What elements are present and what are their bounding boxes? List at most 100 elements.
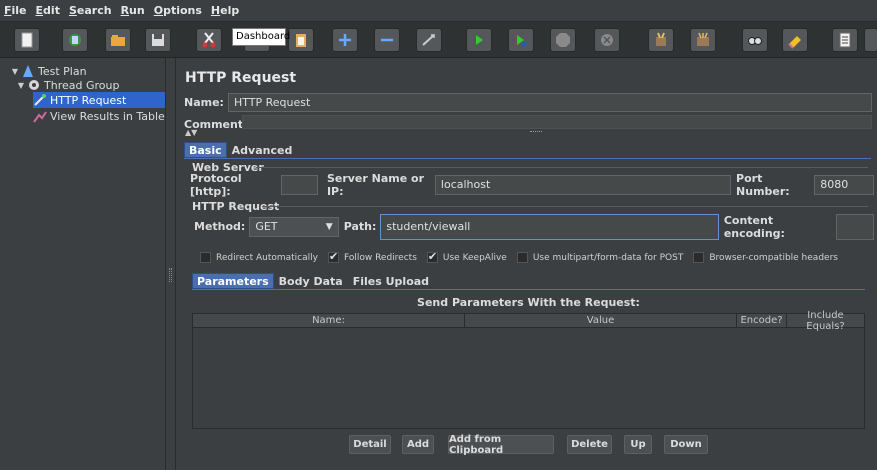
splitter-grip[interactable]: [169, 268, 172, 282]
http-request-row: Method: GET ▼ Path: student/viewall Cont…: [184, 213, 874, 240]
use-keepalive-checkbox[interactable]: Use KeepAlive: [426, 250, 507, 263]
tree-item-label: View Results in Table: [50, 109, 165, 123]
web-server-row: Protocol [http]: Server Name or IP: loca…: [184, 172, 874, 198]
tab-advanced[interactable]: Advanced: [227, 142, 298, 158]
add-button[interactable]: Add: [402, 435, 434, 454]
expand-button[interactable]: [332, 28, 358, 52]
table-caption: Send Parameters With the Request:: [417, 296, 640, 309]
http-request-panel: HTTP Request Name: HTTP Request Comments…: [178, 58, 877, 470]
down-button[interactable]: Down: [664, 435, 708, 454]
protocol-field[interactable]: [281, 174, 318, 195]
clear-all-icon: [697, 32, 709, 46]
search-button[interactable]: [742, 28, 768, 52]
options-row: Redirect Automatically Follow Redirects …: [200, 248, 870, 267]
menu-help[interactable]: Help: [211, 4, 239, 17]
port-label: Port Number:: [736, 171, 790, 198]
page-title: HTTP Request: [185, 70, 297, 86]
checkbox-label: Redirect Automatically: [216, 252, 318, 263]
config-tabs: Basic Advanced: [184, 142, 297, 158]
parameters-table[interactable]: Name: Value Encode? Include Equals?: [192, 310, 865, 429]
tooltip: Dashboard: [232, 28, 290, 46]
parameter-tabs: Parameters Body Data Files Upload: [192, 273, 434, 289]
splitter[interactable]: [166, 58, 176, 470]
tab-basic[interactable]: Basic: [184, 142, 227, 158]
expand-icon: [339, 34, 351, 46]
checkbox-box[interactable]: [426, 250, 438, 263]
shutdown-button[interactable]: [594, 28, 620, 52]
start-no-pause-button[interactable]: [508, 28, 534, 52]
tree-item-http-request[interactable]: HTTP Request: [33, 92, 165, 108]
shutdown-icon: [601, 34, 613, 46]
more-button[interactable]: [864, 28, 877, 52]
pipette-icon: [34, 94, 46, 106]
cut-icon: [202, 32, 216, 48]
save-icon: [152, 34, 164, 46]
tab-body-data[interactable]: Body Data: [274, 273, 348, 289]
menu-file[interactable]: File: [4, 4, 27, 17]
redirect-automatically-checkbox[interactable]: Redirect Automatically: [200, 252, 318, 263]
browser-compatible-checkbox[interactable]: Browser-compatible headers: [693, 252, 838, 263]
function-helper-icon: [839, 32, 851, 48]
follow-redirects-checkbox[interactable]: Follow Redirects: [327, 250, 417, 263]
checkbox-box[interactable]: [200, 252, 211, 263]
menu-run[interactable]: Run: [121, 4, 145, 17]
checkbox-box[interactable]: [693, 252, 705, 263]
name-row: Name: HTTP Request: [184, 93, 872, 112]
up-button[interactable]: Up: [624, 435, 652, 454]
drag-handle[interactable]: [530, 131, 542, 132]
stop-button[interactable]: [550, 28, 576, 52]
clear-all-button[interactable]: [690, 28, 716, 52]
tab-underline: [184, 158, 871, 159]
encoding-field[interactable]: [835, 213, 874, 240]
menu-edit[interactable]: Edit: [36, 4, 60, 17]
add-from-clipboard-button[interactable]: Add from Clipboard: [448, 434, 554, 456]
test-plan-tree: ▼ Test Plan ▼ Thread Group HTTP Request …: [0, 58, 166, 470]
encoding-label: Content encoding:: [723, 213, 785, 240]
comments-field[interactable]: [242, 115, 872, 129]
path-label: Path:: [343, 220, 377, 233]
port-field[interactable]: 8080: [814, 174, 874, 195]
open-button[interactable]: [105, 28, 131, 52]
tree-item-thread-group[interactable]: ▼ Thread Group: [16, 77, 120, 93]
delete-button[interactable]: Delete: [567, 435, 612, 454]
menu-search[interactable]: Search: [69, 4, 112, 17]
server-field[interactable]: localhost: [434, 174, 732, 195]
expand-caret-icon[interactable]: ▼: [16, 81, 26, 90]
templates-button[interactable]: [62, 28, 88, 52]
clear-button[interactable]: [648, 28, 674, 52]
checkbox-label: Use KeepAlive: [442, 252, 507, 263]
expand-caret-icon[interactable]: ▼: [10, 67, 20, 76]
tree-item-label: HTTP Request: [50, 93, 127, 107]
tab-files-upload[interactable]: Files Upload: [348, 273, 434, 289]
name-field[interactable]: HTTP Request: [227, 93, 872, 112]
save-button[interactable]: [145, 28, 171, 52]
function-helper-button[interactable]: [832, 28, 858, 52]
paste-button[interactable]: [288, 28, 314, 52]
new-button[interactable]: [14, 28, 40, 52]
multipart-checkbox[interactable]: Use multipart/form-data for POST: [516, 252, 683, 263]
toggle-button[interactable]: [416, 28, 442, 52]
detail-button[interactable]: Detail: [349, 435, 391, 454]
collapse-button[interactable]: [374, 28, 400, 52]
column-value[interactable]: Value: [465, 314, 737, 327]
tab-parameters[interactable]: Parameters: [192, 273, 274, 289]
path-field[interactable]: student/viewall: [380, 213, 719, 240]
cut-button[interactable]: [196, 28, 222, 52]
collapse-arrows-icon[interactable]: ▲▼: [185, 128, 197, 137]
column-encode[interactable]: Encode?: [737, 314, 787, 327]
reset-search-button[interactable]: [782, 28, 808, 52]
checkbox-label: Follow Redirects: [343, 252, 417, 263]
column-name[interactable]: Name:: [193, 314, 465, 327]
start-button[interactable]: [466, 28, 492, 52]
tree-item-view-results[interactable]: View Results in Table: [33, 108, 165, 124]
method-select[interactable]: GET ▼: [249, 216, 339, 237]
column-include-equals[interactable]: Include Equals?: [787, 310, 864, 332]
tree-item-label: Thread Group: [44, 78, 120, 92]
name-label: Name:: [184, 96, 224, 109]
checkbox-box[interactable]: [516, 252, 528, 263]
menu-options[interactable]: Options: [154, 4, 202, 17]
chevron-down-icon: ▼: [325, 221, 333, 232]
checkbox-box[interactable]: [327, 250, 339, 263]
menu-bar: File Edit Search Run Options Help: [0, 0, 877, 22]
divider: [262, 206, 868, 207]
